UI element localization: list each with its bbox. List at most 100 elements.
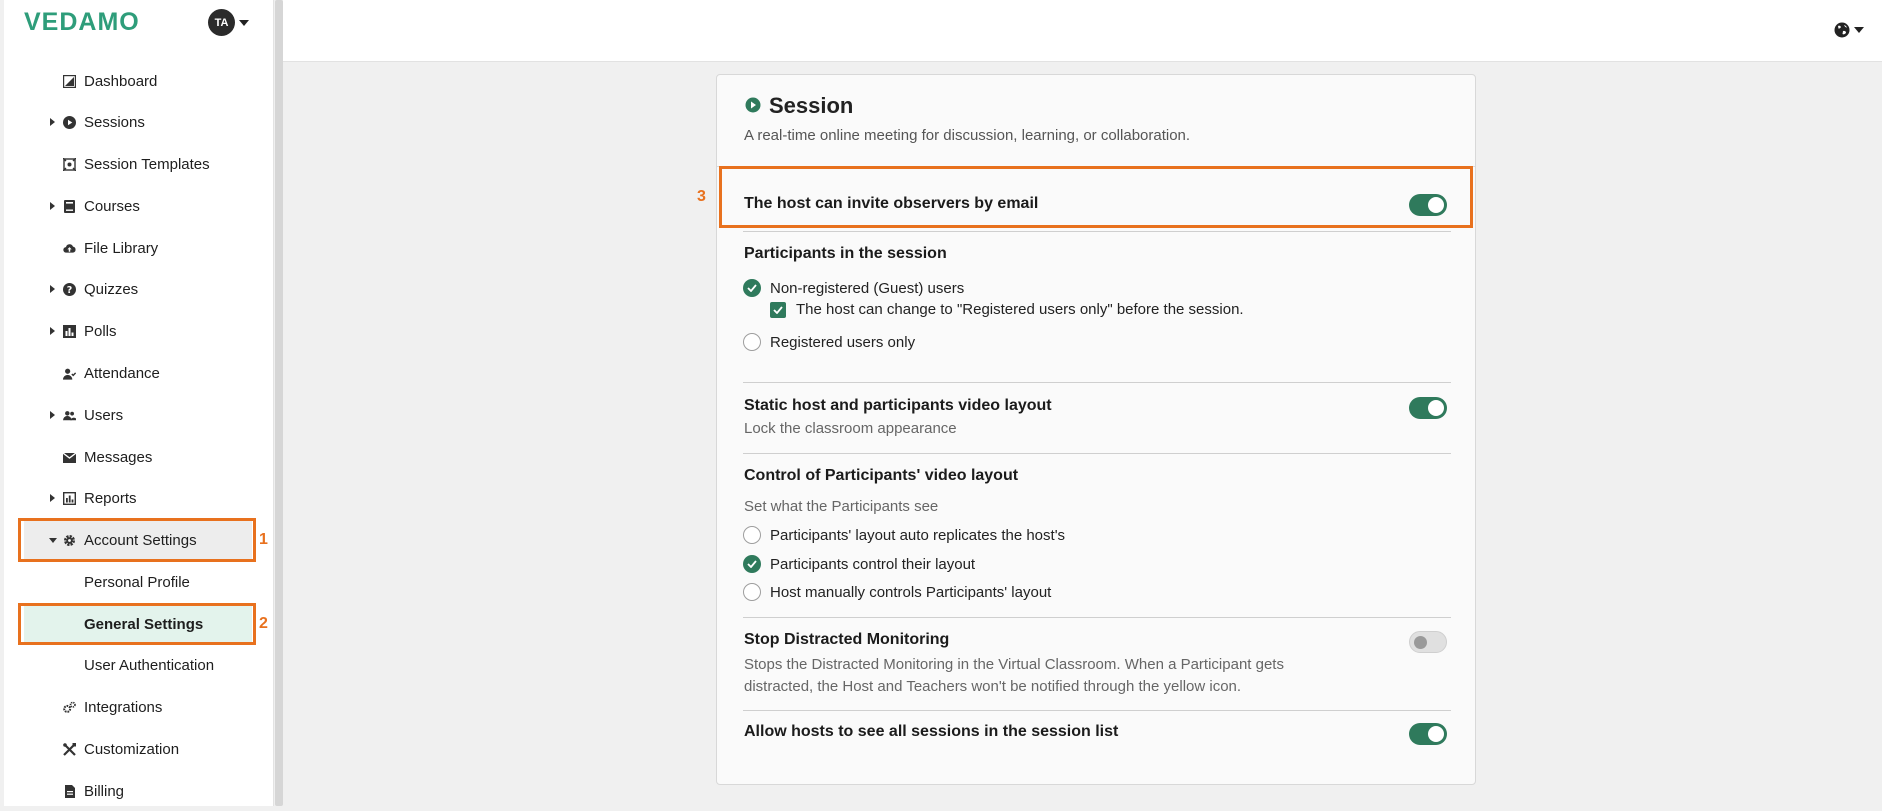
- sidebar-item-label: Session Templates: [84, 155, 210, 173]
- checkbox-registered-only-switch[interactable]: The host can change to "Registered users…: [770, 301, 1244, 318]
- sidebar: VEDAMO TA Dashboard Sessions Session Tem…: [4, 0, 274, 806]
- template-icon: [63, 158, 76, 171]
- radio-checked-icon[interactable]: [743, 279, 761, 297]
- top-bar: [283, 0, 1882, 62]
- radio-checked-icon[interactable]: [743, 555, 761, 573]
- see-all-sessions-label: Allow hosts to see all sessions in the s…: [744, 723, 1119, 740]
- caret-right-icon: [50, 411, 55, 419]
- sidebar-item-sessions[interactable]: Sessions: [24, 103, 252, 141]
- static-layout-label: Static host and participants video layou…: [744, 397, 1052, 414]
- book-icon: [63, 200, 76, 213]
- see-all-sessions-toggle[interactable]: [1409, 723, 1447, 745]
- sidebar-item-attendance[interactable]: Attendance: [24, 354, 252, 392]
- sidebar-item-label: Messages: [84, 448, 153, 466]
- tools-icon: [63, 743, 76, 756]
- sidebar-item-quizzes[interactable]: ? Quizzes: [24, 270, 252, 308]
- highlight-box-account-settings: [18, 518, 256, 562]
- sidebar-item-polls[interactable]: Polls: [24, 312, 252, 350]
- cloud-upload-icon: [63, 242, 76, 255]
- sidebar-item-label: Billing: [84, 782, 125, 800]
- vedamo-logo[interactable]: VEDAMO: [24, 8, 140, 36]
- sidebar-item-label: Integrations: [84, 698, 163, 716]
- radio-label: Participants control their layout: [770, 555, 976, 573]
- annotation-number-1: 1: [259, 531, 268, 548]
- sidebar-scrollbar[interactable]: [275, 0, 283, 806]
- sidebar-item-label: File Library: [84, 239, 159, 257]
- envelope-icon: [63, 451, 76, 464]
- radio-label: Host manually controls Participants' lay…: [770, 583, 1052, 601]
- cogs-icon: [63, 701, 76, 714]
- highlight-box-general-settings: [18, 603, 256, 645]
- checkbox-label: The host can change to "Registered users…: [796, 301, 1244, 318]
- divider: [743, 710, 1451, 711]
- sidebar-item-user-authentication[interactable]: User Authentication: [24, 646, 252, 684]
- divider: [743, 453, 1451, 454]
- sidebar-item-session-templates[interactable]: Session Templates: [24, 145, 252, 183]
- static-layout-toggle[interactable]: [1409, 397, 1447, 419]
- globe-icon[interactable]: [1834, 22, 1850, 38]
- radio-option-participants-control[interactable]: Participants control their layout: [743, 555, 975, 573]
- annotation-number-3: 3: [697, 188, 706, 205]
- caret-right-icon: [50, 202, 55, 210]
- radio-label: Non-registered (Guest) users: [770, 279, 965, 297]
- radio-unchecked-icon[interactable]: [743, 526, 761, 544]
- sidebar-item-billing[interactable]: Billing: [24, 772, 252, 806]
- radio-option-registered[interactable]: Registered users only: [743, 333, 915, 351]
- card-description: A real-time online meeting for discussio…: [744, 127, 1191, 144]
- card-title: Session: [769, 93, 854, 118]
- radio-option-host-manual[interactable]: Host manually controls Participants' lay…: [743, 583, 1051, 601]
- sidebar-item-file-library[interactable]: File Library: [24, 229, 252, 267]
- user-check-icon: [63, 367, 76, 380]
- sidebar-item-integrations[interactable]: Integrations: [24, 688, 252, 726]
- dashboard-icon: [63, 75, 76, 88]
- language-selector[interactable]: [1834, 22, 1864, 38]
- svg-text:?: ?: [67, 285, 73, 296]
- play-circle-icon: [745, 97, 761, 113]
- divider: [743, 617, 1451, 618]
- checkbox-checked-icon[interactable]: [770, 301, 786, 318]
- distracted-monitoring-description-line2: distracted, the Host and Teachers won't …: [744, 678, 1242, 695]
- chevron-down-icon[interactable]: [239, 19, 249, 26]
- sidebar-item-label: Reports: [84, 489, 137, 507]
- caret-right-icon: [50, 118, 55, 126]
- chevron-down-icon[interactable]: [1854, 27, 1864, 33]
- sidebar-item-users[interactable]: Users: [24, 396, 252, 434]
- divider: [743, 231, 1451, 232]
- distracted-monitoring-description-line1: Stops the Distracted Monitoring in the V…: [744, 656, 1284, 673]
- radio-option-auto-replicate[interactable]: Participants' layout auto replicates the…: [743, 526, 1065, 544]
- annotation-number-2: 2: [259, 615, 268, 632]
- sidebar-item-courses[interactable]: Courses: [24, 187, 252, 225]
- distracted-monitoring-label: Stop Distracted Monitoring: [744, 631, 950, 648]
- control-layout-description: Set what the Participants see: [744, 498, 939, 515]
- participants-section-title: Participants in the session: [744, 245, 947, 262]
- report-chart-icon: [63, 492, 76, 505]
- question-circle-icon: ?: [63, 283, 76, 296]
- radio-option-guests[interactable]: Non-registered (Guest) users: [743, 279, 964, 297]
- highlight-box-invite-observers: [719, 166, 1473, 228]
- control-layout-title: Control of Participants' video layout: [744, 467, 1019, 484]
- sidebar-item-reports[interactable]: Reports: [24, 479, 252, 517]
- caret-right-icon: [50, 494, 55, 502]
- sidebar-item-personal-profile[interactable]: Personal Profile: [24, 563, 252, 601]
- sidebar-item-label: Customization: [84, 740, 180, 758]
- caret-right-icon: [50, 327, 55, 335]
- sidebar-item-label: User Authentication: [84, 656, 215, 674]
- bar-chart-icon: [63, 325, 76, 338]
- avatar[interactable]: TA: [208, 9, 235, 36]
- sidebar-item-messages[interactable]: Messages: [24, 438, 252, 476]
- sidebar-item-label: Dashboard: [84, 72, 158, 90]
- distracted-monitoring-toggle[interactable]: [1409, 631, 1447, 653]
- radio-label: Participants' layout auto replicates the…: [770, 526, 1066, 544]
- users-icon: [63, 409, 76, 422]
- user-menu[interactable]: TA: [208, 9, 249, 36]
- play-circle-icon: [63, 116, 76, 129]
- radio-unchecked-icon[interactable]: [743, 583, 761, 601]
- sidebar-item-customization[interactable]: Customization: [24, 730, 252, 768]
- sidebar-item-dashboard[interactable]: Dashboard: [24, 62, 252, 100]
- sidebar-item-label: Quizzes: [84, 280, 139, 298]
- sidebar-item-label: Courses: [84, 197, 140, 215]
- radio-unchecked-icon[interactable]: [743, 333, 761, 351]
- invoice-icon: [63, 785, 76, 798]
- sidebar-item-label: Sessions: [84, 113, 145, 131]
- sidebar-item-label: Polls: [84, 322, 117, 340]
